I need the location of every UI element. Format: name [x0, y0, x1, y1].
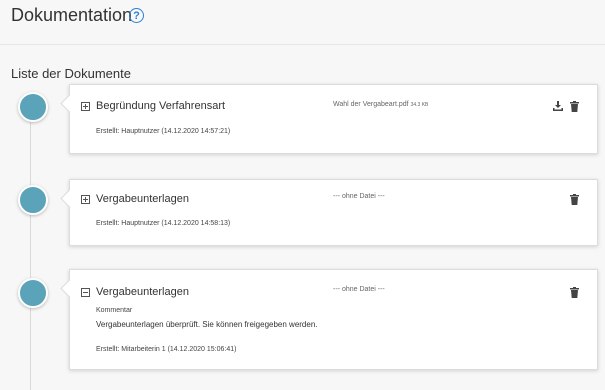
- document-list-title: Liste der Dokumente: [11, 66, 131, 81]
- expand-toggle[interactable]: [81, 102, 90, 111]
- collapse-toggle[interactable]: [81, 288, 90, 297]
- timeline-dot: [18, 278, 48, 308]
- page-title: Dokumentation: [11, 5, 133, 25]
- page-header: Dokumentation ?: [0, 0, 605, 45]
- comment-label: Kommentar: [96, 307, 133, 314]
- file-status: --- ohne Datei ---: [333, 286, 385, 293]
- file-size: 34.3 KB: [410, 102, 429, 108]
- comment-text: Vergabeunterlagen überprüft. Sie können …: [96, 320, 318, 329]
- trash-icon[interactable]: [570, 101, 579, 112]
- document-card: Begründung Verfahrensart Wahl der Vergab…: [69, 84, 598, 154]
- document-title: Vergabeunterlagen: [96, 286, 189, 298]
- file-status: --- ohne Datei ---: [333, 193, 385, 200]
- question-circle-icon[interactable]: ?: [129, 8, 144, 23]
- timeline-dot: [18, 185, 48, 215]
- created-info: Erstellt: Hauptnutzer (14.12.2020 14:58:…: [96, 220, 231, 227]
- trash-icon[interactable]: [570, 194, 579, 205]
- download-icon[interactable]: [553, 101, 563, 111]
- expand-toggle[interactable]: [81, 195, 90, 204]
- created-info: Erstellt: Mitarbeiterin 1 (14.12.2020 15…: [96, 346, 237, 353]
- file-link[interactable]: Wahl der Vergabeart.pdf 34.3 KB: [333, 101, 428, 108]
- timeline-dot: [18, 92, 48, 122]
- document-card: Vergabeunterlagen --- ohne Datei --- Kom…: [69, 269, 598, 370]
- document-title: Vergabeunterlagen: [96, 193, 189, 205]
- file-name[interactable]: Wahl der Vergabeart.pdf: [333, 101, 409, 108]
- timeline-line: [30, 104, 31, 390]
- document-title: Begründung Verfahrensart: [96, 100, 226, 112]
- document-card: Vergabeunterlagen --- ohne Datei --- Ers…: [69, 179, 598, 246]
- trash-icon[interactable]: [570, 287, 579, 298]
- created-info: Erstellt: Hauptnutzer (14.12.2020 14:57:…: [96, 128, 231, 135]
